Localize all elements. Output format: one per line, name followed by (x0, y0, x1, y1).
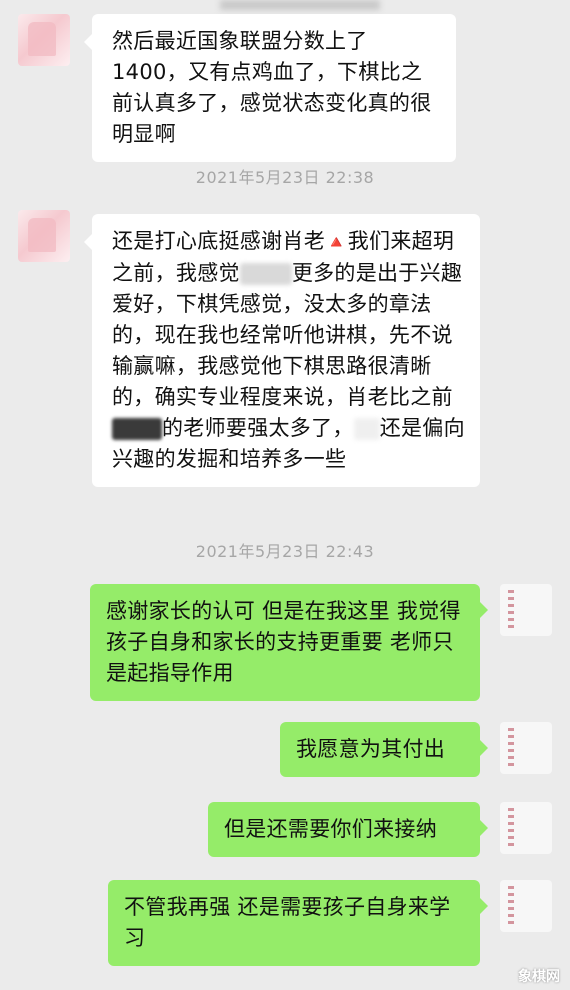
timestamp: 2021年5月23日 22:38 (195, 168, 375, 187)
sent-message-bubble[interactable]: 不管我再强 还是需要孩子自身来学习 (108, 880, 488, 966)
contact-avatar[interactable] (18, 210, 70, 262)
sent-message-bubble[interactable]: 但是还需要你们来接纳 (208, 802, 488, 857)
received-message-bubble[interactable]: 然后最近国象联盟分数上了1400，又有点鸡血了，下棋比之前认真多了，感觉状态变化… (84, 14, 456, 162)
cropped-top-edge (220, 0, 380, 10)
message-text: 不管我再强 还是需要孩子自身来学习 (124, 895, 451, 950)
message-text: 感谢家长的认可 但是在我这里 我觉得孩子自身和家长的支持更重要 老师只是起指导作… (106, 599, 461, 685)
sent-message-bubble[interactable]: 我愿意为其付出 (280, 722, 488, 777)
watermark: 象棋网 (518, 969, 560, 985)
timestamp: 2021年5月23日 22:43 (195, 542, 375, 561)
sent-message-bubble[interactable]: 感谢家长的认可 但是在我这里 我觉得孩子自身和家长的支持更重要 老师只是起指导作… (90, 584, 488, 701)
redacted-blur (353, 418, 380, 440)
message-text-part: 还是打心底挺感谢肖老 (112, 229, 325, 253)
redacted-blur (239, 263, 292, 285)
message-text-part: 的老师要强太多了， (162, 416, 354, 440)
message-text: 我愿意为其付出 (296, 737, 446, 761)
self-avatar[interactable] (500, 802, 552, 854)
warning-emoji-icon: 🔺 (325, 232, 348, 253)
message-text: 然后最近国象联盟分数上了1400，又有点鸡血了，下棋比之前认真多了，感觉状态变化… (112, 29, 432, 146)
self-avatar[interactable] (500, 584, 552, 636)
message-text: 但是还需要你们来接纳 (224, 817, 437, 841)
redacted-block (112, 418, 162, 440)
self-avatar[interactable] (500, 722, 552, 774)
contact-avatar[interactable] (18, 14, 70, 66)
self-avatar[interactable] (500, 880, 552, 932)
received-message-bubble[interactable]: 还是打心底挺感谢肖老🔺我们来超玥之前，我感觉 更多的是出于兴趣爱好，下棋凭感觉，没… (84, 214, 480, 487)
